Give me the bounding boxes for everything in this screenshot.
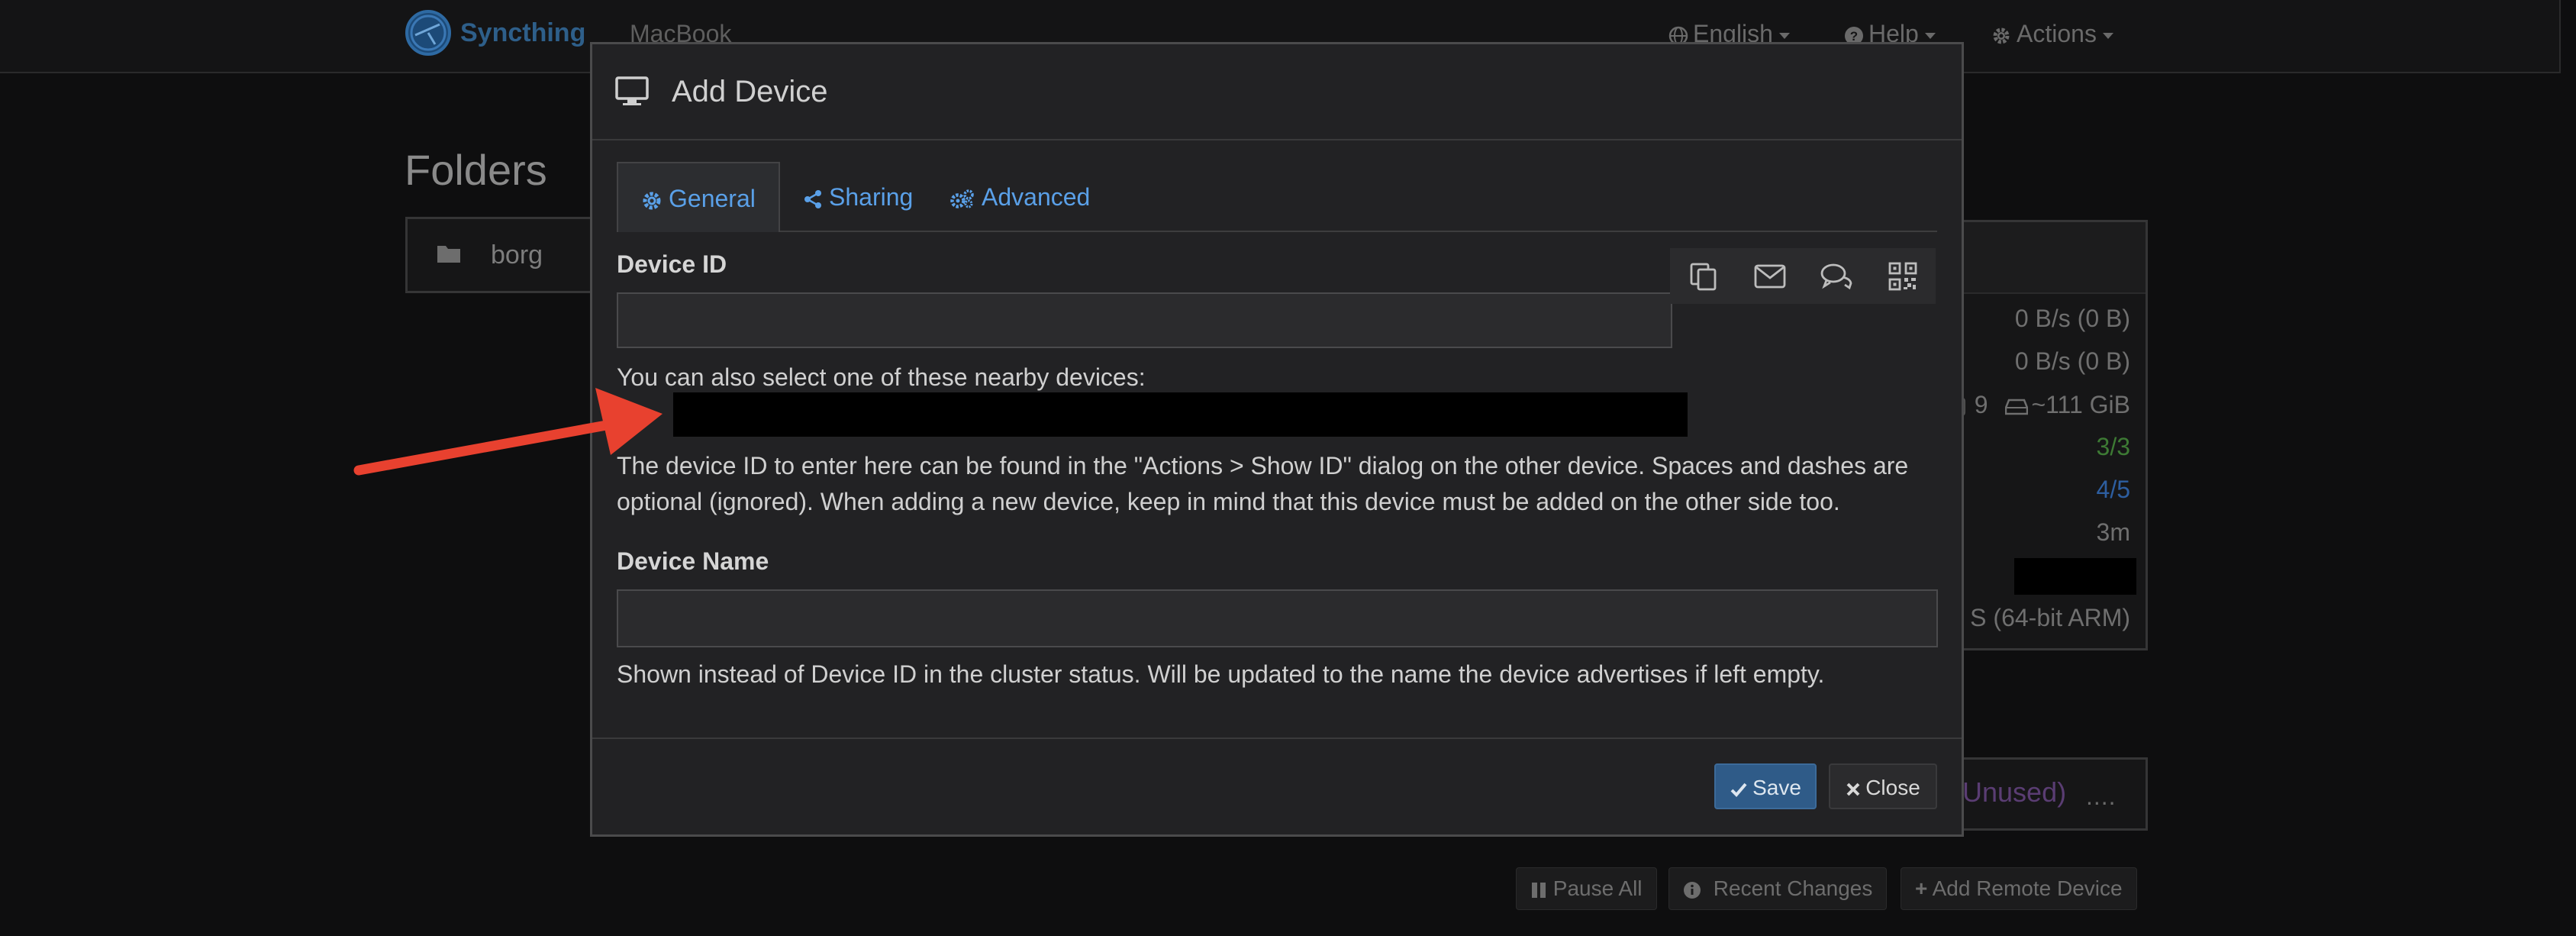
local-state: ▢ 9 ~111 GiB (1945, 390, 2130, 419)
version-text: S (64-bit ARM) (1970, 604, 2130, 631)
plus-icon: + (1915, 876, 1928, 900)
tab-general[interactable]: General (617, 162, 780, 232)
disk-size: ~111 GiB (2031, 391, 2130, 418)
dialog-title: Add Device (672, 75, 828, 108)
save-button[interactable]: Save (1714, 763, 1817, 809)
folders-heading: Folders (405, 146, 547, 194)
pause-all-button[interactable]: Pause All (1516, 867, 1657, 910)
device-id-label: Device ID (617, 250, 727, 278)
tab-advanced-label: Advanced (982, 183, 1091, 211)
discovery-count: 4/5 (2096, 476, 2130, 503)
email-button[interactable] (1736, 248, 1803, 304)
remote-device-item[interactable]: Unused) .... (1939, 757, 2148, 831)
chevron-down-icon (1924, 32, 1936, 39)
recent-changes-label: Recent Changes (1713, 876, 1873, 900)
upload-rate: 0 B/s (0 B) (2014, 347, 2130, 375)
copy-button[interactable] (1670, 248, 1736, 304)
device-status: Unused) (1962, 776, 2067, 808)
chat-icon (1820, 263, 1852, 289)
info-icon (1684, 881, 1701, 899)
hdd-icon (2005, 399, 2029, 415)
device-id-addons (1670, 248, 1936, 304)
chevron-down-icon (1778, 32, 1790, 39)
syncthing-logo-icon (405, 10, 451, 56)
add-remote-device-button[interactable]: + Add Remote Device (1901, 867, 2137, 910)
pause-all-label: Pause All (1552, 876, 1643, 900)
close-button[interactable]: Close (1829, 763, 1937, 809)
chevron-down-icon (2102, 32, 2113, 39)
tab-advanced[interactable]: Advanced (933, 162, 1108, 231)
brand-name[interactable]: Syncthing (460, 18, 585, 48)
actions-menu[interactable]: Actions (1991, 20, 2113, 48)
folder-name: borg (491, 240, 543, 270)
envelope-icon (1754, 264, 1785, 288)
gears-icon (950, 189, 974, 208)
device-id-help-line-2: optional (ignored). When adding a new de… (617, 488, 1840, 515)
device-name-input[interactable] (617, 589, 1938, 647)
this-device-panel: 0 B/s (0 B) 0 B/s (0 B) ▢ 9 ~111 GiB 3/3… (1939, 220, 2148, 650)
copy-icon (1690, 263, 1716, 290)
close-icon (1846, 783, 1860, 796)
download-rate: 0 B/s (0 B) (2014, 305, 2130, 332)
device-name-help: Shown instead of Device ID in the cluste… (617, 660, 1825, 688)
check-icon (1730, 783, 1747, 797)
qr-code-icon (1888, 262, 1917, 290)
folder-icon (437, 246, 460, 263)
qr-code-button[interactable] (1869, 248, 1936, 304)
redacted-identification (2014, 558, 2136, 595)
uptime: 3m (2096, 518, 2130, 546)
close-label: Close (1865, 776, 1920, 799)
recent-changes-button[interactable]: Recent Changes (1668, 867, 1888, 910)
device-id-help-line-1: The device ID to enter here can be found… (617, 452, 1909, 479)
pause-icon (1532, 882, 1546, 898)
tab-sharing[interactable]: Sharing (786, 162, 924, 231)
file-count: 9 (1974, 391, 1988, 418)
listeners-count: 3/3 (2096, 433, 2130, 460)
device-id-input[interactable] (617, 292, 1672, 348)
nearby-device-redacted[interactable] (673, 392, 1688, 437)
gear-icon (1993, 27, 2010, 44)
device-id-dots: .... (2086, 783, 2117, 810)
gear-icon (643, 192, 661, 210)
add-device-dialog: Add Device General Sharing Advanced Devi… (590, 42, 1964, 837)
add-remote-device-label: Add Remote Device (1932, 876, 2123, 900)
sms-button[interactable] (1803, 248, 1869, 304)
save-label: Save (1752, 776, 1801, 799)
actions-label: Actions (2017, 20, 2097, 47)
share-icon (804, 189, 821, 208)
tab-general-label: General (669, 185, 756, 212)
dialog-tabs: General Sharing Advanced (617, 162, 1937, 232)
dialog-header: Add Device (592, 44, 1962, 140)
nearby-devices-text: You can also select one of these nearby … (617, 363, 1146, 391)
svg-text:?: ? (1850, 29, 1858, 44)
device-name-label: Device Name (617, 547, 769, 575)
folder-item[interactable]: borg (405, 217, 608, 293)
this-device-header[interactable] (1941, 222, 2146, 294)
tab-sharing-label: Sharing (829, 183, 914, 211)
monitor-icon (615, 76, 649, 105)
